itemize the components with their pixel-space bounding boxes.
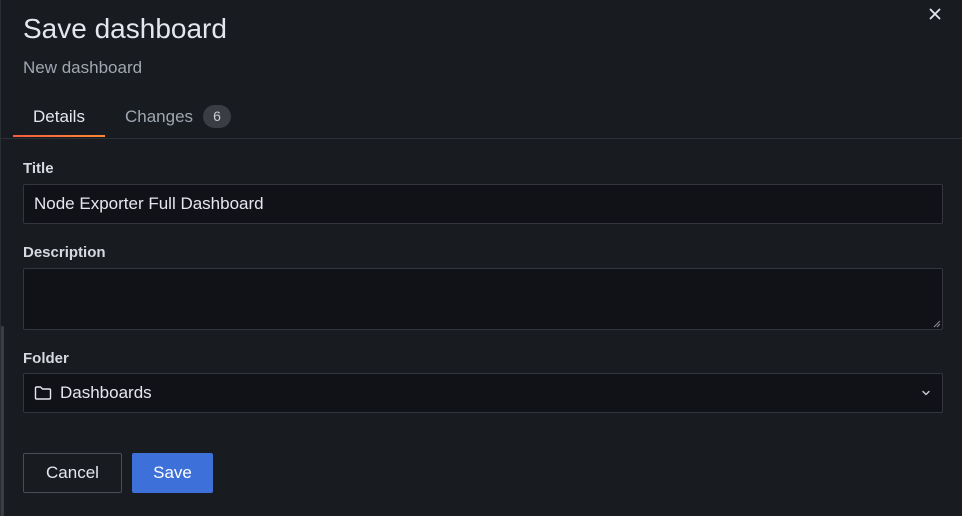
folder-icon bbox=[34, 386, 52, 400]
drawer-resize-handle[interactable] bbox=[1, 326, 4, 516]
folder-picker[interactable]: Dashboards bbox=[23, 373, 943, 413]
tab-changes[interactable]: Changes 6 bbox=[105, 96, 251, 137]
tab-changes-label: Changes bbox=[124, 106, 194, 126]
changes-count-badge: 6 bbox=[203, 105, 232, 128]
save-dashboard-drawer: Save dashboard New dashboard Details Cha… bbox=[0, 0, 962, 516]
description-field bbox=[23, 268, 943, 330]
drawer-title: Save dashboard bbox=[23, 13, 227, 44]
tab-details-label: Details bbox=[33, 106, 85, 126]
description-textarea[interactable] bbox=[23, 268, 943, 330]
tab-bar: Details Changes 6 bbox=[13, 96, 962, 139]
chevron-down-icon bbox=[922, 390, 930, 396]
description-label: Description bbox=[23, 244, 106, 261]
drawer-subtitle: New dashboard bbox=[23, 58, 143, 77]
title-input[interactable] bbox=[23, 184, 943, 224]
title-label: Title bbox=[23, 160, 54, 177]
close-button[interactable] bbox=[926, 5, 944, 23]
cancel-button[interactable]: Cancel bbox=[23, 453, 122, 493]
close-icon bbox=[929, 8, 941, 20]
tab-details[interactable]: Details bbox=[13, 96, 105, 137]
resize-grip-icon[interactable] bbox=[933, 320, 941, 328]
folder-label: Folder bbox=[23, 350, 69, 367]
save-button[interactable]: Save bbox=[132, 453, 213, 493]
folder-value: Dashboards bbox=[60, 383, 152, 402]
